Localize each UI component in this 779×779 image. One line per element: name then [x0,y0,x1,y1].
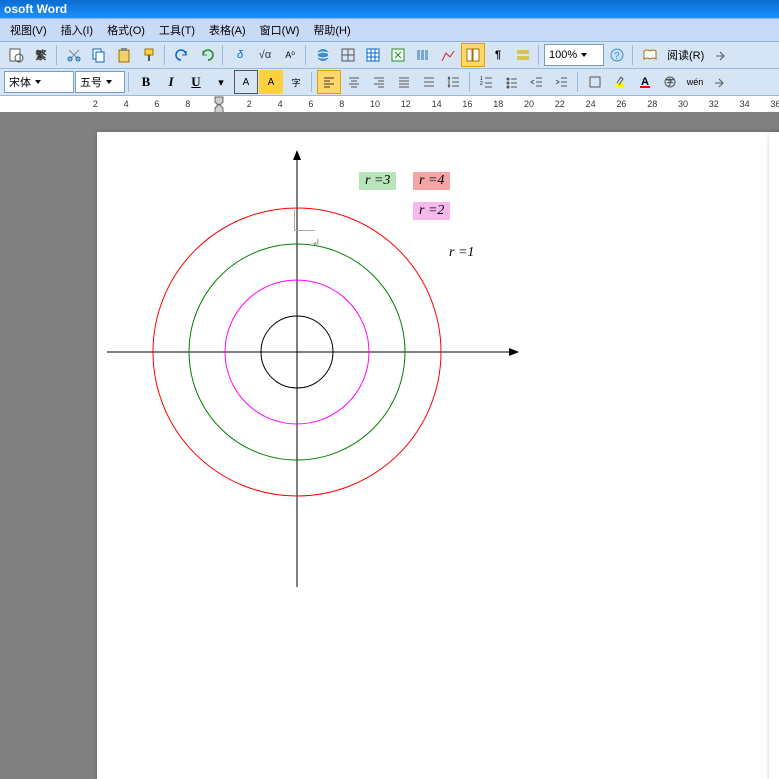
return-mark-icon: ↲ [312,238,320,249]
chevron-down-icon [581,53,587,57]
align-distribute-button[interactable] [417,70,441,94]
char-shade-button[interactable]: A [259,70,283,94]
sqrt-icon[interactable]: √α [253,43,277,67]
menu-bar: 视图(V) 插入(I) 格式(O) 工具(T) 表格(A) 窗口(W) 帮助(H… [0,18,779,42]
chevron-down-icon [35,80,41,84]
menu-table[interactable]: 表格(A) [203,20,252,40]
app-title: osoft Word [4,2,67,16]
script-icon[interactable]: δ [228,43,252,67]
char-scaling-button[interactable]: 字 [284,70,308,94]
title-bar: osoft Word [0,0,779,18]
highlight-button[interactable] [608,70,632,94]
menu-format[interactable]: 格式(O) [101,20,151,40]
tables-borders-icon[interactable] [336,43,360,67]
read-label[interactable]: 阅读(R) [663,47,708,63]
bold-button[interactable]: B [134,70,158,94]
svg-text:2: 2 [480,81,483,87]
drawing-icon[interactable] [436,43,460,67]
formatting-toolbar: 宋体 五号 B I U ▾ A A 字 12 A 字 wén [0,69,779,96]
font-name-combo[interactable]: 宋体 [4,71,74,93]
separator [128,72,131,92]
chevron-down-icon [106,80,112,84]
underline-button[interactable]: U [184,70,208,94]
circle-char-button[interactable]: 字 [658,70,682,94]
separator [56,45,59,65]
menu-insert[interactable]: 插入(I) [55,20,99,40]
font-color-button[interactable]: A [633,70,657,94]
separator [311,72,314,92]
separator [305,45,308,65]
separator [469,72,472,92]
insert-excel-icon[interactable] [386,43,410,67]
label-r4[interactable]: r =4 [413,172,450,190]
trad-simp-button[interactable]: 繁 [29,43,53,67]
separator [164,45,167,65]
svg-text:字: 字 [666,77,674,87]
char-border-button[interactable]: A [234,70,258,94]
label-r3[interactable]: r =3 [359,172,396,190]
insert-table-icon[interactable] [361,43,385,67]
separator [632,45,635,65]
redo-icon[interactable] [195,43,219,67]
label-r1: r =1 [443,244,480,262]
increase-indent-button[interactable] [550,70,574,94]
label-r2[interactable]: r =2 [413,202,450,220]
zoom-value: 100% [549,49,577,61]
show-marks-icon[interactable]: ¶ [486,43,510,67]
hyperlink-icon[interactable] [311,43,335,67]
chinese-layout-icon[interactable] [511,43,535,67]
standard-toolbar: 繁 δ √α A⁰ ¶ 100% ? 阅读(R) [0,42,779,69]
separator [538,45,541,65]
format-painter-icon[interactable] [137,43,161,67]
preview-icon[interactable] [4,43,28,67]
circles-diagram [102,137,622,597]
phonetic-button[interactable]: wén [683,70,707,94]
cut-icon[interactable] [62,43,86,67]
menu-window[interactable]: 窗口(W) [254,20,306,40]
align-center-button[interactable] [342,70,366,94]
dash-button[interactable]: ▾ [209,70,233,94]
line-spacing-button[interactable] [442,70,466,94]
more-icon[interactable] [709,43,733,67]
borders-button[interactable] [583,70,607,94]
document-workspace: ↲ r =3 r =4 r =2 r =1 [0,112,779,779]
paste-icon[interactable] [112,43,136,67]
doc-map-icon[interactable] [461,43,485,67]
align-justify-button[interactable] [392,70,416,94]
document-page[interactable]: ↲ r =3 r =4 r =2 r =1 [97,132,779,779]
copy-icon[interactable] [87,43,111,67]
read-mode-icon[interactable] [638,43,662,67]
align-left-button[interactable] [317,70,341,94]
italic-button[interactable]: I [159,70,183,94]
menu-tools[interactable]: 工具(T) [153,20,201,40]
separator [222,45,225,65]
more-format-icon[interactable] [708,70,732,94]
text-anchor-icon [294,210,315,231]
font-size: 五号 [80,74,102,90]
columns-icon[interactable] [411,43,435,67]
app-window: osoft Word 视图(V) 插入(I) 格式(O) 工具(T) 表格(A)… [0,0,779,779]
menu-help[interactable]: 帮助(H) [307,20,356,40]
align-right-button[interactable] [367,70,391,94]
font-name: 宋体 [9,74,31,90]
adjacent-page-edge [769,132,779,779]
undo-icon[interactable] [170,43,194,67]
zoom-combo[interactable]: 100% [544,44,604,66]
separator [577,72,580,92]
bullets-button[interactable] [500,70,524,94]
superscript-icon[interactable]: A⁰ [278,43,302,67]
decrease-indent-button[interactable] [525,70,549,94]
font-size-combo[interactable]: 五号 [75,71,125,93]
help-icon[interactable]: ? [605,43,629,67]
menu-view[interactable]: 视图(V) [4,20,53,40]
svg-text:?: ? [614,51,620,62]
numbering-button[interactable]: 12 [475,70,499,94]
